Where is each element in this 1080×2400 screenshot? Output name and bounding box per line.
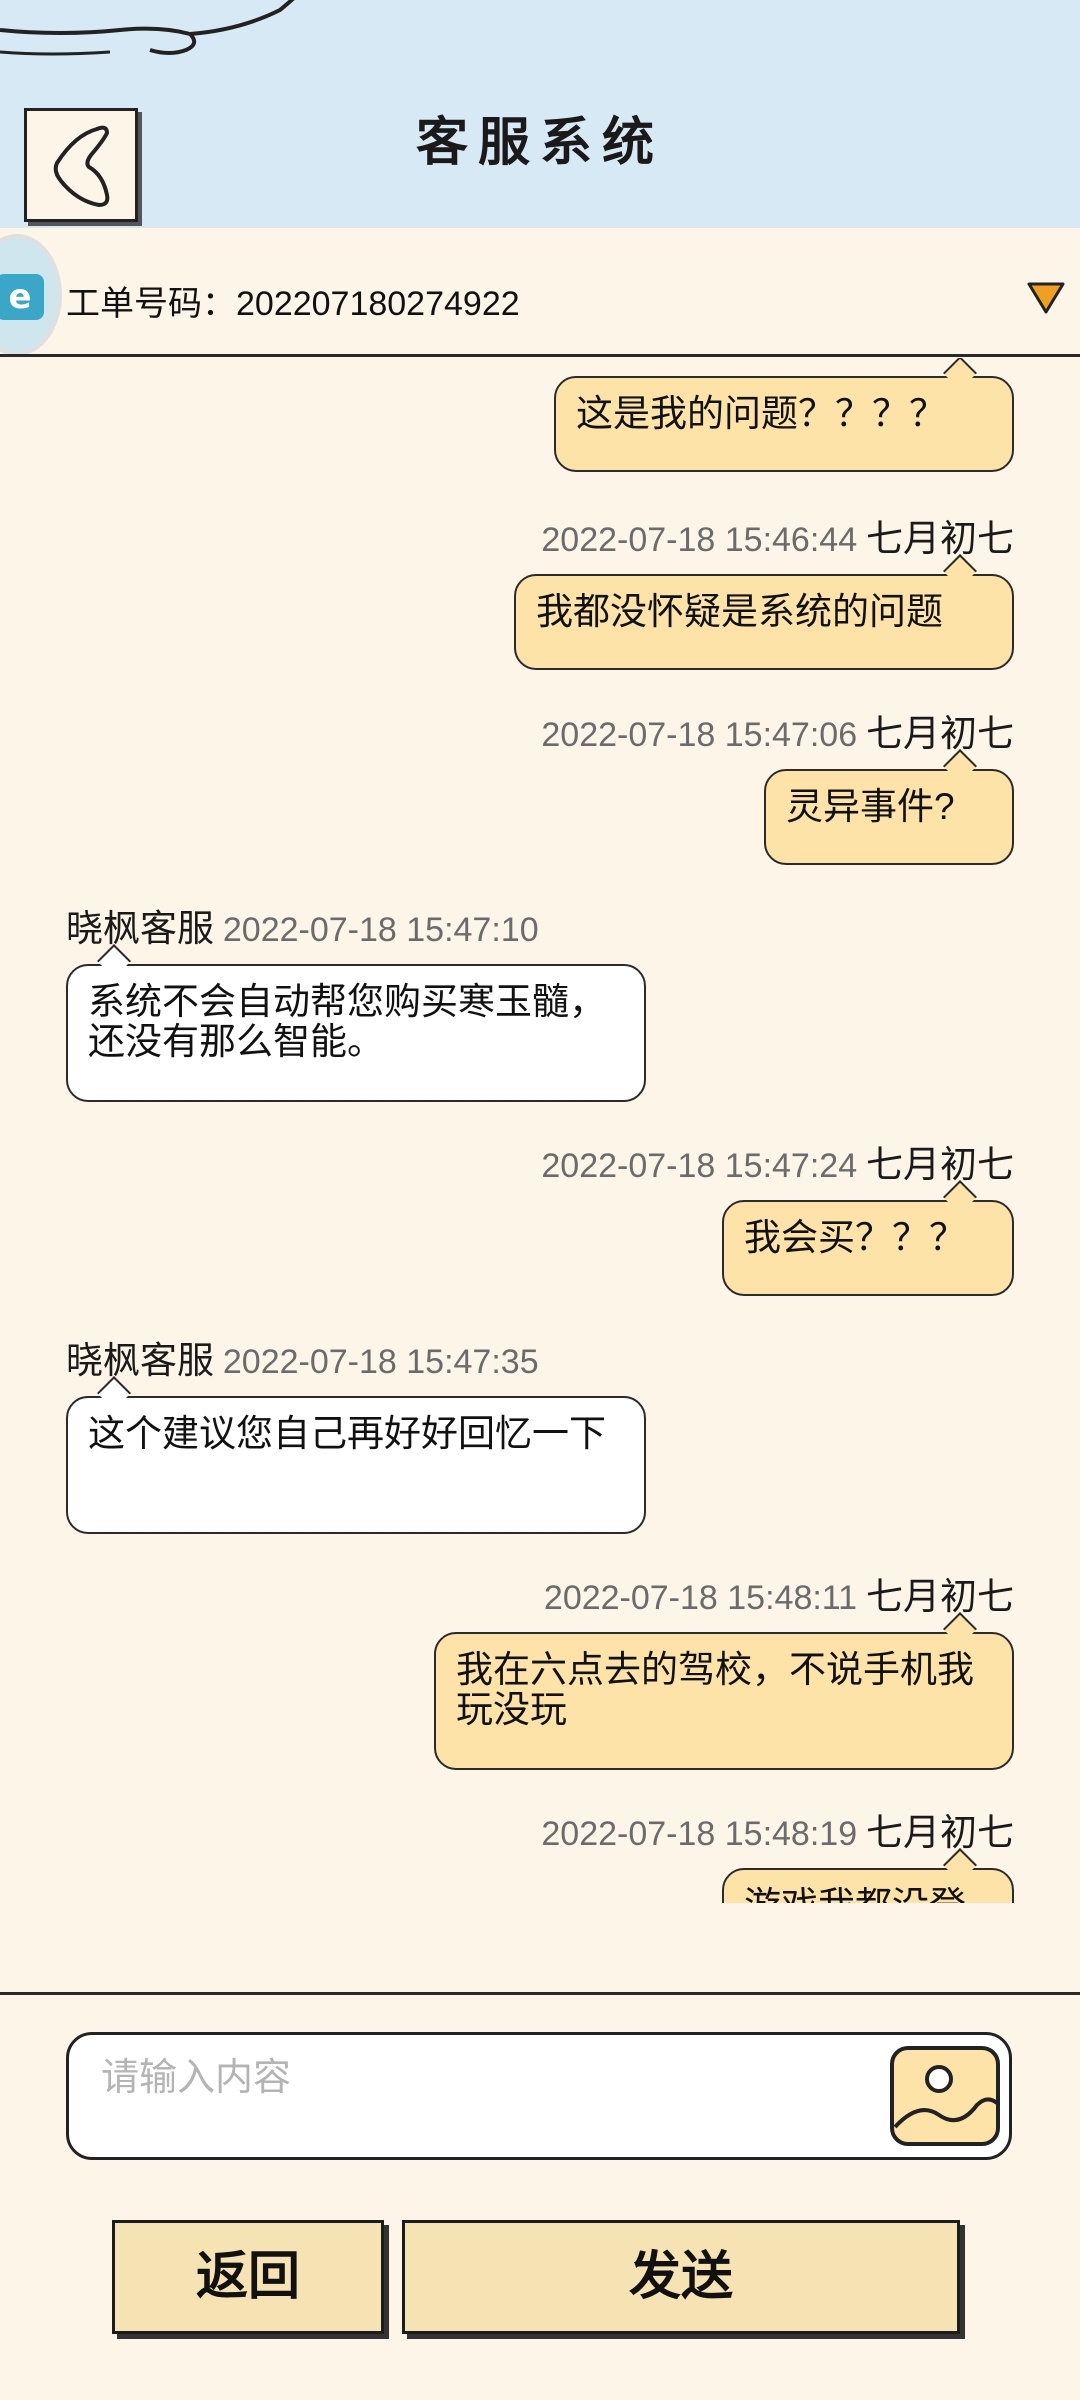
page-title: 客服系统 [415,112,664,173]
sender-name: 七月初七 [866,713,1014,754]
message-bubble: 灵异事件? [764,749,1014,865]
message-meta: 晓枫客服 2022-07-18 15:47:10 [66,898,539,952]
message-text: 灵异事件? [786,786,955,827]
chat-list[interactable]: 这是我的问题？？？？ 2022-07-18 15:46:44 七月初七 我都没怀… [0,358,1080,1903]
message-time: 2022-07-18 15:46:44 [541,521,858,559]
message-input-box [66,2032,1012,2160]
message-time: 2022-07-18 15:47:10 [222,911,539,949]
message-time: 2022-07-18 15:48:11 [543,1579,858,1617]
message-time: 2022-07-18 15:48:19 [541,1815,858,1853]
message-bubble: 这是我的问题？？？？ [554,358,1014,472]
sender-name: 晓枫客服 [66,908,214,949]
message-time: 2022-07-18 15:47:35 [222,1343,539,1381]
message-input[interactable] [99,2049,883,2107]
message-text: 这个建议您自己再好好回忆一下 [88,1413,606,1454]
cloud-decoration [0,0,295,56]
message-bubble: 游戏我都没登 [722,1848,1014,1904]
ticket-label: 工单号码： [66,285,236,323]
sender-name: 七月初七 [866,1576,1014,1617]
sender-name: 七月初七 [866,1144,1014,1185]
ticket-number: 202207180274922 [236,285,520,323]
message-meta: 晓枫客服 2022-07-18 15:47:35 [66,1330,539,1384]
message-text: 这是我的问题？？？？ [576,393,946,434]
message-text: 我会买？？？ [744,1217,966,1258]
sender-name: 七月初七 [866,1812,1014,1853]
image-upload-icon[interactable] [889,2045,1003,2149]
app-icon: e [0,234,62,356]
message-meta: 2022-07-18 15:48:19 七月初七 [541,1802,1014,1856]
message-bubble: 这个建议您自己再好好回忆一下 [66,1376,646,1534]
message-text: 游戏我都没登 [744,1885,966,1904]
header-bar: 客服系统 [0,0,1080,228]
message-time: 2022-07-18 15:47:24 [541,1147,858,1185]
send-button[interactable]: 发送 [402,2220,960,2334]
message-bubble: 我会买？？？ [722,1180,1014,1296]
message-meta: 2022-07-18 15:48:11 七月初七 [544,1566,1014,1620]
message-text: 我都没怀疑是系统的问题 [536,591,943,632]
message-meta: 2022-07-18 15:46:44 七月初七 [541,508,1014,562]
message-time: 2022-07-18 15:47:06 [541,716,858,754]
message-text: 系统不会自动帮您购买寒玉髓，还没有那么智能。 [88,981,606,1062]
ticket-number-row: 工单号码：202207180274922 [66,276,520,325]
message-bubble: 系统不会自动帮您购买寒玉髓，还没有那么智能。 [66,944,646,1102]
message-text: 我在六点去的驾校，不说手机我玩没玩 [456,1649,974,1730]
back-button-bottom[interactable]: 返回 [112,2220,384,2334]
ticket-bar[interactable]: e 工单号码：202207180274922 [0,228,1080,356]
sender-name: 七月初七 [866,518,1014,559]
triangle-down-icon[interactable] [1026,280,1066,316]
message-bubble: 我都没怀疑是系统的问题 [514,554,1014,670]
message-meta: 2022-07-18 15:47:24 七月初七 [541,1134,1014,1188]
message-meta: 2022-07-18 15:47:06 七月初七 [541,703,1014,757]
divider [0,354,1080,357]
divider [0,1992,1080,1995]
sender-name: 晓枫客服 [66,1340,214,1381]
message-bubble: 我在六点去的驾校，不说手机我玩没玩 [434,1612,1014,1770]
